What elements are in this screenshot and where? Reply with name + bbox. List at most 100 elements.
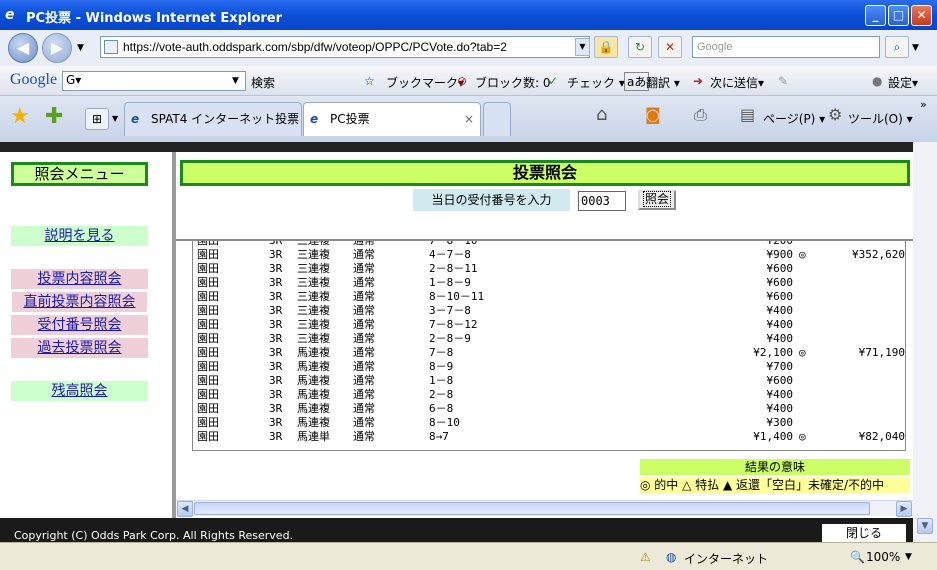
cell-amount: ¥400: [766, 318, 794, 331]
hscroll-thumb[interactable]: [194, 502, 870, 515]
tab-close-icon[interactable]: ×: [464, 103, 474, 135]
query-button-label: 照会: [642, 191, 671, 207]
refresh-icon[interactable]: ↻: [628, 36, 652, 58]
lock-icon[interactable]: 🔒: [594, 36, 618, 58]
tab-spat4[interactable]: e SPAT4 インターネット投票: [124, 102, 302, 136]
google-search-input[interactable]: G▾: [62, 71, 246, 91]
menu-item-balance[interactable]: 残高照会: [11, 381, 148, 401]
cell-bet-type: 三連複: [297, 332, 330, 345]
close-page-button[interactable]: 閉じる: [822, 524, 906, 542]
tab-bar: ★ ✚ ⊞ ▼ e SPAT4 インターネット投票 e PC投票 × ⌂ ◙ ⎙…: [0, 96, 937, 142]
bookmarks-button[interactable]: ブックマーク▾: [386, 74, 464, 91]
google-search-button[interactable]: 検索: [251, 74, 275, 91]
status-warning-icon[interactable]: ⚠: [640, 550, 651, 564]
maximize-button[interactable]: □: [888, 5, 909, 26]
menu-item-help[interactable]: 説明を見る: [11, 226, 148, 246]
google-dropdown-icon[interactable]: ▼: [232, 76, 239, 86]
url-dropdown-icon[interactable]: ▼: [575, 38, 590, 56]
frame-divider[interactable]: [172, 152, 176, 518]
settings-button[interactable]: 設定▾: [888, 74, 918, 91]
minimize-button[interactable]: _: [865, 5, 886, 26]
cell-race: 3R: [269, 374, 283, 387]
add-favorites-icon[interactable]: ✚: [45, 104, 63, 129]
feeds-icon[interactable]: ◙: [645, 105, 661, 124]
window-title: PC投票 - Windows Internet Explorer: [26, 11, 283, 26]
cell-track: 園田: [197, 430, 219, 443]
cell-result-mark: ◎: [799, 430, 806, 443]
cell-result-mark: ◎: [799, 346, 806, 359]
address-bar: ◀ ▶ ▼ https://vote-auth.oddspark.com/sbp…: [0, 30, 937, 66]
back-button[interactable]: ◀: [8, 33, 38, 63]
cell-method: 通常: [353, 402, 375, 415]
cell-combination: 8－9: [429, 360, 454, 373]
chevron-more-icon[interactable]: »: [920, 98, 927, 111]
search-input[interactable]: Google: [692, 36, 880, 58]
table-row: 園田 3R 馬連複 通常 8－10 ¥300: [197, 416, 903, 430]
settings-gear-icon: ●: [872, 74, 883, 88]
url-field[interactable]: https://vote-auth.oddspark.com/sbp/dfw/v…: [100, 36, 590, 58]
cell-race: 3R: [269, 402, 283, 415]
page-scroll-down-icon[interactable]: ▼: [917, 518, 933, 534]
cell-combination: 2－8: [429, 388, 454, 401]
tab-pc-vote[interactable]: e PC投票 ×: [303, 102, 481, 136]
ie-tab-icon: e: [131, 112, 140, 126]
menu-item-past-votes[interactable]: 過去投票照会: [11, 338, 148, 358]
cell-track: 園田: [197, 416, 219, 429]
favorites-star-icon[interactable]: ★: [10, 104, 30, 129]
security-zone[interactable]: インターネット: [684, 550, 768, 567]
search-icon[interactable]: ⌕: [885, 36, 909, 58]
stop-icon[interactable]: ✕: [658, 36, 682, 58]
cell-combination: 2－8－9: [429, 332, 471, 345]
home-icon[interactable]: ⌂: [596, 104, 607, 125]
page-vertical-scrollbar[interactable]: ▼: [913, 142, 937, 542]
cell-race: 3R: [269, 430, 283, 443]
query-button[interactable]: 照会: [638, 190, 676, 210]
scroll-left-icon[interactable]: ◀: [177, 501, 193, 517]
cell-amount: ¥400: [766, 332, 794, 345]
menu-item-receipt-number[interactable]: 受付番号照会: [11, 315, 148, 335]
cell-race: 3R: [269, 276, 283, 289]
cell-payout: ¥352,620: [852, 248, 905, 261]
spellcheck-icon: ✓: [548, 74, 559, 88]
close-window-button[interactable]: ✕: [911, 5, 932, 26]
cell-method: 通常: [353, 262, 375, 275]
cell-combination: 7－8－12: [429, 318, 478, 331]
scroll-right-icon[interactable]: ▶: [896, 501, 912, 517]
menu-item-recent-vote[interactable]: 直前投票内容照会: [12, 292, 147, 312]
translate-button[interactable]: 翻訳 ▾: [646, 74, 680, 91]
cell-combination: 1－8－9: [429, 276, 471, 289]
zoom-dropdown-icon[interactable]: ▼: [905, 552, 912, 562]
table-row: 園田 3R 馬連複 通常 8－9 ¥700: [197, 360, 903, 374]
search-options-icon[interactable]: ▼: [912, 43, 919, 53]
table-row: 園田 3R 三連複 通常 4－7－8 ¥900 ◎ ¥352,620: [197, 248, 905, 262]
page-menu[interactable]: ページ(P) ▾: [763, 110, 825, 127]
results-horizontal-scrollbar[interactable]: ◀ ▶: [176, 500, 913, 517]
print-icon[interactable]: ⎙: [694, 105, 707, 125]
cell-race: 3R: [269, 346, 283, 359]
cell-track: 園田: [197, 360, 219, 373]
new-tab-button[interactable]: [483, 102, 511, 136]
window-title-bar: e PC投票 - Windows Internet Explorer _ □ ✕: [0, 0, 937, 30]
tab-list-icon[interactable]: ▼: [112, 114, 118, 123]
cell-amount: ¥200: [717, 241, 794, 248]
cell-race: 3R: [269, 318, 283, 331]
spellcheck-button[interactable]: チェック ▾: [567, 74, 625, 91]
quick-tabs-icon[interactable]: ⊞: [85, 108, 109, 130]
popup-blocked-count[interactable]: ブロック数: 0: [475, 74, 551, 91]
page-icon: [104, 40, 118, 54]
send-to-button[interactable]: 次に送信▾: [710, 74, 764, 91]
cell-bet-type: 馬連複: [297, 416, 330, 429]
history-dropdown-icon[interactable]: ▼: [77, 43, 84, 53]
cell-track: 園田: [197, 276, 219, 289]
menu-item-vote-content[interactable]: 投票内容照会: [11, 269, 148, 289]
tools-menu[interactable]: ツール(O) ▾: [848, 110, 913, 127]
cell-bet-type: 馬連複: [297, 388, 330, 401]
cell-amount: ¥600: [766, 290, 794, 303]
cell-combination: 4－7－8: [429, 248, 471, 261]
zoom-level[interactable]: 100%: [866, 550, 900, 564]
pencil-icon[interactable]: ✎: [778, 74, 788, 88]
cell-amount: ¥700: [766, 360, 794, 373]
forward-button[interactable]: ▶: [42, 33, 72, 63]
receipt-number-input[interactable]: 0003: [578, 191, 626, 211]
cell-amount: ¥600: [766, 276, 794, 289]
